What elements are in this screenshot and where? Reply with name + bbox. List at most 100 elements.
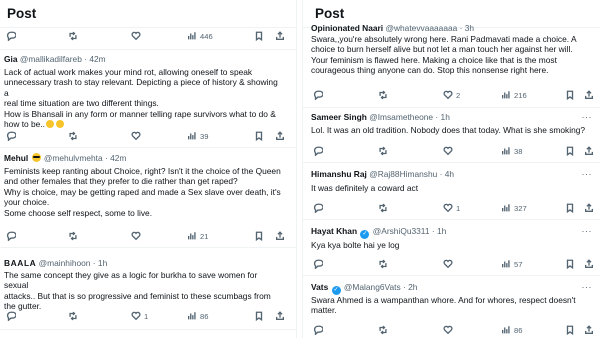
share-icon <box>275 31 285 40</box>
reply-button[interactable] <box>313 259 324 271</box>
retweet-icon <box>379 146 387 156</box>
author-name[interactable]: Himanshu Raj <box>311 169 367 179</box>
author-name[interactable]: Gia <box>4 54 18 64</box>
share-button[interactable] <box>275 131 285 143</box>
more-icon[interactable]: ··· <box>582 282 593 292</box>
reply-post[interactable]: Hayat Khan ✓ @ArshiQu3311 · 1h ··· Kya k… <box>303 223 600 276</box>
bookmark-icon <box>255 31 263 41</box>
views-icon <box>501 325 510 335</box>
post-time[interactable]: 1h <box>98 258 107 268</box>
author-handle[interactable]: @whatevvaaaaaaa <box>385 23 457 33</box>
bookmark-button[interactable] <box>565 325 575 337</box>
author-name[interactable]: Sameer Singh <box>311 112 367 122</box>
author-handle[interactable]: @Malang6Vats <box>344 282 401 292</box>
share-button[interactable] <box>275 31 285 43</box>
author-handle[interactable]: @mallikadilfareb <box>20 54 82 64</box>
bookmark-button[interactable] <box>254 31 264 43</box>
views-button[interactable]: 39 <box>187 131 208 143</box>
share-button[interactable] <box>584 146 594 158</box>
post-time[interactable]: 2h <box>408 282 417 292</box>
share-button[interactable] <box>584 259 594 271</box>
views-count: 38 <box>514 147 523 156</box>
like-button[interactable] <box>131 231 141 243</box>
post-line: choice to burn herself alive but not let… <box>311 44 573 55</box>
more-icon[interactable]: ··· <box>582 112 593 122</box>
repost-button[interactable] <box>378 90 388 102</box>
views-button[interactable]: 86 <box>501 325 522 337</box>
reply-post[interactable]: Himanshu Raj @Raj88Himanshu · 4h ··· It … <box>303 166 600 220</box>
post-time[interactable]: 1h <box>441 112 450 122</box>
reply-button[interactable] <box>313 203 324 215</box>
views-button[interactable]: 446 <box>187 31 213 43</box>
repost-button[interactable] <box>378 146 388 158</box>
reply-post[interactable]: Opinionated Naari @whatevvaaaaaaa · 3h S… <box>303 22 600 108</box>
bookmark-button[interactable] <box>565 90 575 102</box>
views-button[interactable]: 216 <box>501 90 527 102</box>
bookmark-button[interactable] <box>254 131 264 143</box>
bookmark-button[interactable] <box>565 146 575 158</box>
more-icon[interactable]: ··· <box>582 169 593 179</box>
like-button[interactable] <box>443 325 453 337</box>
share-button[interactable] <box>584 90 594 102</box>
bookmark-button[interactable] <box>565 259 575 271</box>
like-button[interactable] <box>131 31 141 43</box>
repost-button[interactable] <box>68 31 78 43</box>
reply-button[interactable] <box>6 31 17 43</box>
like-button[interactable] <box>443 259 453 271</box>
reply-post[interactable]: Vats ✓ @Malang6Vats · 2h ··· Swara Ahmed… <box>303 279 600 338</box>
reply-button[interactable] <box>313 325 324 337</box>
reply-post[interactable]: Gia @mallikadilfareb · 42m Lack of actua… <box>0 52 296 148</box>
author-name[interactable]: Vats <box>311 282 328 292</box>
retweet-icon <box>69 31 77 41</box>
repost-button[interactable] <box>68 231 78 243</box>
views-button[interactable]: 57 <box>501 259 522 271</box>
author-handle[interactable]: @mehulvmehta <box>44 153 103 163</box>
panel-divider <box>296 0 303 338</box>
post-time[interactable]: 42m <box>110 153 126 163</box>
views-button[interactable]: 38 <box>501 146 522 158</box>
share-button[interactable] <box>275 231 285 243</box>
author-handle[interactable]: @mainhihoon <box>39 258 91 268</box>
views-button[interactable]: 327 <box>501 203 527 215</box>
reply-button[interactable] <box>313 146 324 158</box>
share-button[interactable] <box>275 311 285 323</box>
author-name[interactable]: Opinionated Naari <box>311 23 383 33</box>
post-time[interactable]: 3h <box>465 23 474 33</box>
bookmark-button[interactable] <box>254 311 264 323</box>
repost-button[interactable] <box>68 311 78 323</box>
author-name[interactable]: Hayat Khan <box>311 226 357 236</box>
more-icon[interactable]: ··· <box>582 226 593 236</box>
post-line: It was definitely a coward act <box>311 183 419 193</box>
like-button[interactable] <box>443 146 453 158</box>
author-name[interactable]: BAALA <box>4 258 36 268</box>
share-button[interactable] <box>584 203 594 215</box>
repost-button[interactable] <box>378 325 388 337</box>
repost-button[interactable] <box>378 203 388 215</box>
post-time[interactable]: 42m <box>89 54 105 64</box>
author-handle[interactable]: @Imsametheone <box>369 112 433 122</box>
author-name[interactable]: Mehul <box>4 153 28 163</box>
reply-post[interactable]: BAALA @mainhihoon · 1h The same concept … <box>0 256 296 330</box>
reply-button[interactable] <box>6 311 17 323</box>
bookmark-button[interactable] <box>565 203 575 215</box>
like-button[interactable]: 2 <box>443 90 460 102</box>
like-button[interactable]: 1 <box>443 203 460 215</box>
page-title: Post <box>7 6 37 21</box>
like-button[interactable] <box>131 131 141 143</box>
repost-button[interactable] <box>378 259 388 271</box>
reply-post[interactable]: Sameer Singh @Imsametheone · 1h ··· Lol.… <box>303 109 600 163</box>
views-button[interactable]: 86 <box>187 311 208 323</box>
share-button[interactable] <box>584 325 594 337</box>
reply-button[interactable] <box>6 131 17 143</box>
post-time[interactable]: 4h <box>445 169 454 179</box>
views-button[interactable]: 21 <box>187 231 208 243</box>
post-time[interactable]: 1h <box>437 226 446 236</box>
reply-button[interactable] <box>6 231 17 243</box>
repost-button[interactable] <box>68 131 78 143</box>
author-handle[interactable]: @ArshiQu3311 <box>373 226 430 236</box>
like-button[interactable]: 1 <box>131 311 148 323</box>
reply-button[interactable] <box>313 90 324 102</box>
bookmark-button[interactable] <box>254 231 264 243</box>
author-handle[interactable]: @Raj88Himanshu <box>369 169 437 179</box>
reply-post[interactable]: Mehul @mehulvmehta · 42m Feminists keep … <box>0 151 296 248</box>
